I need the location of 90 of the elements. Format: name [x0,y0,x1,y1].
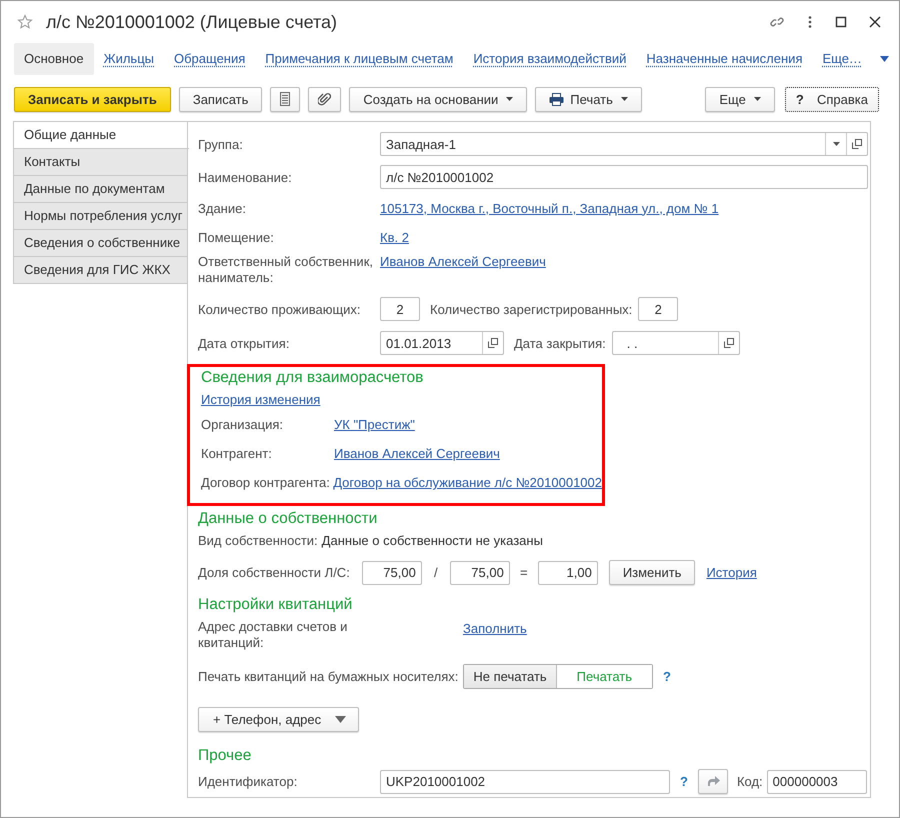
side-tab[interactable]: Общие данные [13,121,189,149]
close-icon[interactable] [869,16,881,28]
maximize-icon[interactable] [835,16,847,28]
save-button[interactable]: Записать [178,86,262,112]
section-title: Прочее [198,747,252,765]
field-label: Доля собственности Л/С: [198,565,350,580]
building-link[interactable]: 105173, Москва г., Восточный п., Западная ул., дом № 1 [380,200,719,216]
nav-tab[interactable]: Назначенные начисления [636,43,812,75]
curved-arrow-icon [706,776,720,788]
add-contact-button[interactable]: + Телефон, адрес [198,707,360,732]
owner-link[interactable]: Иванов Алексей Сергеевич [380,254,546,269]
help-link[interactable]: ? [663,669,671,684]
more-button[interactable]: Еще [705,86,775,112]
caret-icon [620,97,628,101]
name-field[interactable]: л/с №2010001002 [380,165,868,189]
window-title: л/с №2010001002 (Лицевые счета) [46,12,338,32]
change-button[interactable]: Изменить [608,560,696,585]
side-tab[interactable]: Нормы потребления услуг [13,203,188,230]
identifier-field[interactable]: UKP2010001002 [380,770,670,794]
field-label: Адрес доставки счетов и квитанций: [198,619,348,651]
paperclip-icon [318,92,332,106]
premises-link[interactable]: Кв. 2 [380,230,409,244]
field-label: Количество зарегистрированных: [430,302,632,316]
field-label: Печать квитанций на бумажных носителях: [198,669,458,684]
side-tab[interactable]: Данные по документам [13,176,188,203]
side-tab[interactable]: Контакты [13,149,188,176]
field-label: Вид собственности: [198,533,318,548]
numerator-field[interactable]: 75,00 [362,560,422,584]
nav-tab[interactable]: Еще… [812,43,872,75]
field-label: Количество проживающих: [198,302,362,316]
code-field[interactable]: 000000003 [766,770,867,794]
group-field[interactable]: Западная-1 [380,132,868,156]
division-sign: / [433,565,439,580]
open-icon[interactable] [852,139,862,149]
dropdown-arrow-icon [335,716,346,723]
history-link[interactable]: История изменения [201,392,320,407]
dropdown-arrow-icon[interactable] [880,56,889,62]
field-label: Здание: [198,200,247,216]
report-button[interactable] [270,86,300,112]
list-icon [280,92,290,106]
residents-field[interactable]: 2 [380,297,420,321]
side-tab[interactable]: Сведения о собственнике [13,230,188,257]
calendar-icon[interactable] [724,338,734,348]
field-label: Помещение: [198,230,275,244]
caret-icon [506,97,514,101]
field-label: Ответственный собственник, наниматель: [198,254,374,286]
help-button[interactable]: ? Справка [784,86,879,112]
calendar-icon[interactable] [488,338,498,348]
registered-field[interactable]: 2 [638,297,678,321]
field-label: Организация: [201,417,284,432]
field-label: Договор контрагента: [201,475,331,490]
create-based-on-button[interactable]: Создать на основании [349,86,528,112]
history-link[interactable]: История [706,565,757,580]
nav-tab[interactable]: Примечания к лицевым счетам [255,43,464,75]
generate-button[interactable] [698,769,728,794]
field-label: Идентификатор: [198,774,298,789]
section-title: Настройки квитанций [198,596,354,614]
section-title: Сведения для взаиморасчетов [201,369,424,387]
field-label: Контрагент: [201,446,273,461]
reference-link[interactable]: Иванов Алексей Сергеевич [334,446,500,461]
field-label: Код: [736,774,763,789]
field-label: Группа: [198,136,244,152]
more-icon[interactable] [807,15,813,29]
equals-sign: = [519,565,529,580]
print-option[interactable]: Не печатать [464,665,557,688]
side-tab[interactable]: Сведения для ГИС ЖКХ [13,257,188,284]
reference-link[interactable]: Договор на обслуживание л/с №2010001002 [333,475,602,490]
nav-tab[interactable]: История взаимодействий [463,43,636,75]
reference-link[interactable]: УК "Престиж" [334,417,415,432]
section-title: Данные о собственности [198,510,378,528]
field-label: Дата открытия: [198,336,290,350]
save-and-close-button[interactable]: Записать и закрыть [14,86,171,112]
nav-tab[interactable]: Обращения [164,43,256,75]
help-link[interactable]: ? [680,774,688,789]
caret-icon [754,97,761,101]
attach-button[interactable] [308,86,342,112]
nav-tab[interactable]: Жильцы [94,43,164,75]
print-button[interactable]: Печать [535,86,642,112]
ownership-value: Данные о собственности не указаны [322,533,543,548]
star-icon[interactable] [17,14,33,30]
open-date-field[interactable]: 01.01.2013 [380,331,504,355]
fill-link[interactable]: Заполнить [463,621,527,636]
denominator-field[interactable]: 75,00 [450,560,510,584]
close-date-field[interactable]: . . [612,331,740,355]
printer-icon [549,92,564,106]
nav-tab[interactable]: Основное [14,43,94,75]
field-label: Наименование: [198,170,293,184]
field-label: Дата закрытия: [514,336,606,350]
dropdown-arrow-icon[interactable] [832,142,840,146]
share-result-field[interactable]: 1,00 [538,560,598,584]
